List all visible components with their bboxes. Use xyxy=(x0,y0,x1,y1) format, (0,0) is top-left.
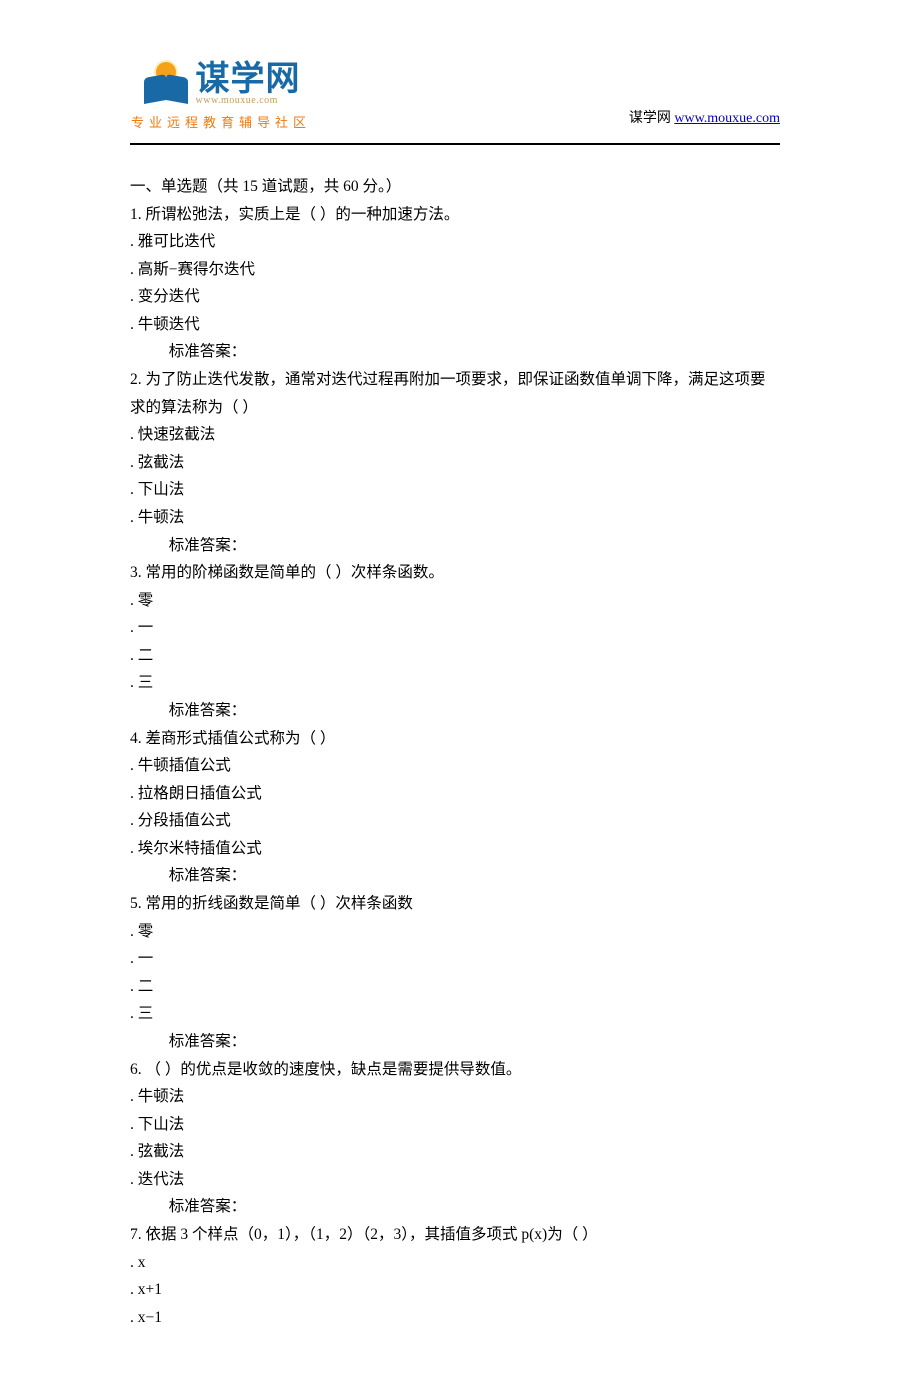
question-stem: 7. 依据 3 个样点（0，1），（1，2）（2，3），其插值多项式 p(x)为… xyxy=(130,1221,780,1249)
question-option: . x−1 xyxy=(130,1304,780,1332)
question-option: . 下山法 xyxy=(130,476,780,504)
question-stem: 4. 差商形式插值公式称为（ ） xyxy=(130,725,780,753)
question-stem: 1. 所谓松弛法，实质上是（ ）的一种加速方法。 xyxy=(130,201,780,229)
section-title: 一、单选题（共 15 道试题，共 60 分。） xyxy=(130,173,780,201)
question-option: . 分段插值公式 xyxy=(130,807,780,835)
question-option: . 雅可比迭代 xyxy=(130,228,780,256)
answer-label: 标准答案： xyxy=(130,1028,780,1056)
document-page: 谋学网 www.mouxue.com 专业远程教育辅导社区 谋学网 www.mo… xyxy=(0,0,920,1391)
logo-top-row: 谋学网 www.mouxue.com xyxy=(142,60,301,108)
answer-label: 标准答案： xyxy=(130,1193,780,1221)
logo-url-subtext: www.mouxue.com xyxy=(196,96,301,106)
site-label: 谋学网 xyxy=(629,111,675,126)
question-option: . 零 xyxy=(130,587,780,615)
question-option: . x xyxy=(130,1249,780,1277)
site-url-link[interactable]: www.mouxue.com xyxy=(674,111,780,126)
question-option: . 零 xyxy=(130,918,780,946)
answer-label: 标准答案： xyxy=(130,338,780,366)
question-option: . 牛顿法 xyxy=(130,1083,780,1111)
site-logo: 谋学网 www.mouxue.com 专业远程教育辅导社区 xyxy=(130,60,312,131)
question-option: . 二 xyxy=(130,973,780,1001)
logo-icon xyxy=(142,60,190,108)
answer-label: 标准答案： xyxy=(130,532,780,560)
question-option: . 弦截法 xyxy=(130,1138,780,1166)
question-option: . x+1 xyxy=(130,1276,780,1304)
logo-slogan: 专业远程教育辅导社区 xyxy=(131,112,311,131)
question-option: . 变分迭代 xyxy=(130,283,780,311)
header-divider xyxy=(130,143,780,145)
question-stem: 5. 常用的折线函数是简单（ ）次样条函数 xyxy=(130,890,780,918)
question-option: . 一 xyxy=(130,614,780,642)
question-option: . 牛顿法 xyxy=(130,504,780,532)
answer-label: 标准答案： xyxy=(130,862,780,890)
question-stem: 2. 为了防止迭代发散，通常对迭代过程再附加一项要求，即保证函数值单调下降，满足… xyxy=(130,366,780,421)
question-option: . 三 xyxy=(130,1000,780,1028)
question-option: . 埃尔米特插值公式 xyxy=(130,835,780,863)
question-option: . 下山法 xyxy=(130,1111,780,1139)
question-option: . 二 xyxy=(130,642,780,670)
question-option: . 牛顿插值公式 xyxy=(130,752,780,780)
page-header: 谋学网 www.mouxue.com 专业远程教育辅导社区 谋学网 www.mo… xyxy=(130,60,780,131)
answer-label: 标准答案： xyxy=(130,697,780,725)
question-option: . 高斯−赛得尔迭代 xyxy=(130,256,780,284)
question-option: . 迭代法 xyxy=(130,1166,780,1194)
question-stem: 6. （ ）的优点是收敛的速度快，缺点是需要提供导数值。 xyxy=(130,1056,780,1084)
question-option: . 快速弦截法 xyxy=(130,421,780,449)
question-stem: 3. 常用的阶梯函数是简单的（ ）次样条函数。 xyxy=(130,559,780,587)
logo-main-text: 谋学网 xyxy=(196,62,301,96)
logo-book-left-icon xyxy=(144,74,166,104)
content-body: 一、单选题（共 15 道试题，共 60 分。） 1. 所谓松弛法，实质上是（ ）… xyxy=(130,173,780,1331)
question-option: . 弦截法 xyxy=(130,449,780,477)
header-site-link: 谋学网 www.mouxue.com xyxy=(629,107,780,131)
question-option: . 拉格朗日插值公式 xyxy=(130,780,780,808)
logo-book-right-icon xyxy=(166,74,188,104)
question-option: . 三 xyxy=(130,669,780,697)
logo-text: 谋学网 www.mouxue.com xyxy=(196,62,301,106)
question-option: . 一 xyxy=(130,945,780,973)
question-option: . 牛顿迭代 xyxy=(130,311,780,339)
